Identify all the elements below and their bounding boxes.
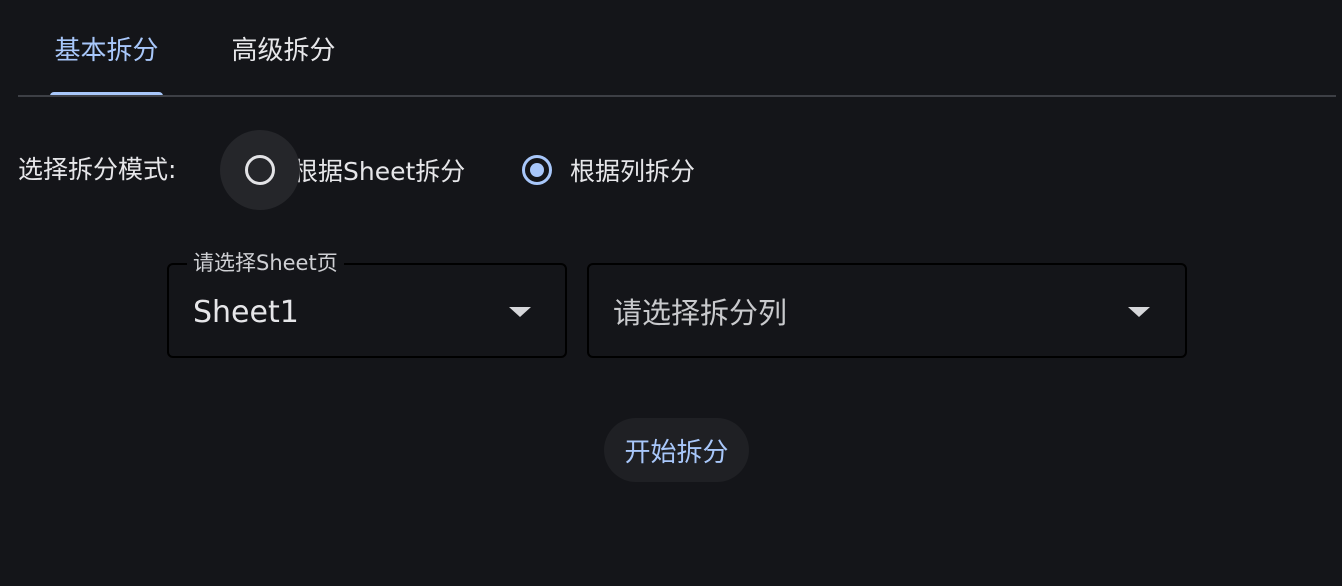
radio-option-by-column[interactable]: 根据列拆分	[497, 130, 695, 210]
dropdown-arrow-icon	[1128, 307, 1150, 317]
sheet-select-value: Sheet1	[193, 295, 299, 330]
start-split-button[interactable]: 开始拆分	[604, 418, 749, 482]
radio-label-by-column: 根据列拆分	[570, 157, 696, 186]
dropdown-arrow-icon	[509, 307, 531, 317]
column-select-placeholder: 请选择拆分列	[613, 296, 788, 330]
radio-checked-icon[interactable]	[522, 155, 552, 185]
tab-basic-split-label: 基本拆分	[54, 36, 159, 66]
radio-hover-ripple	[220, 130, 300, 210]
tab-divider	[18, 95, 1336, 97]
sheet-select-label: 请选择Sheet页	[187, 249, 344, 277]
column-select[interactable]: 请选择拆分列	[587, 263, 1187, 358]
radio-label-by-sheet: 根据Sheet拆分	[293, 157, 466, 186]
radio-option-by-sheet[interactable]: 根据Sheet拆分	[220, 130, 465, 210]
sheet-select[interactable]: 请选择Sheet页 Sheet1	[167, 249, 567, 358]
tab-bar: 基本拆分 高级拆分	[18, 0, 1336, 97]
radio-unchecked-icon[interactable]	[245, 155, 275, 185]
radio-wrap	[497, 130, 577, 210]
split-mode-label: 选择拆分模式:	[18, 155, 177, 184]
split-page: 基本拆分 高级拆分 选择拆分模式: 根据Sheet拆分 根据列拆分 请选择She…	[0, 0, 1342, 586]
tab-advanced-split-label: 高级拆分	[231, 36, 336, 66]
tab-basic-split[interactable]: 基本拆分	[50, 0, 163, 97]
tab-advanced-split[interactable]: 高级拆分	[226, 0, 341, 97]
